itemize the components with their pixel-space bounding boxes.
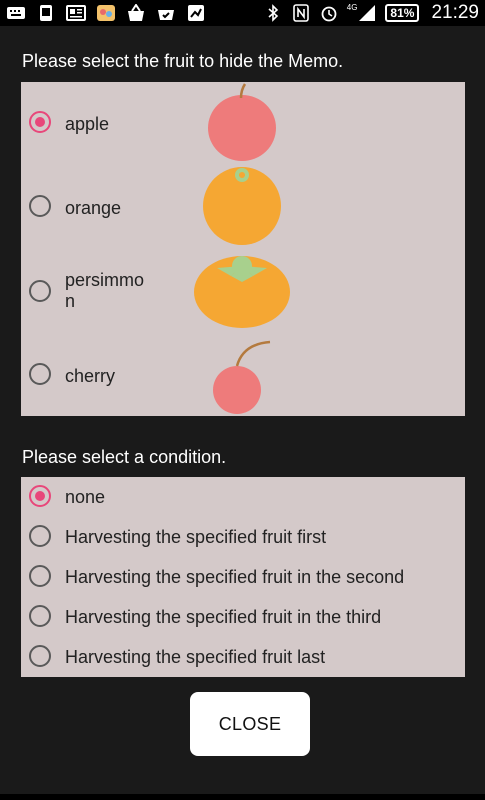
condition-section-heading: Please select a condition. [22,447,227,467]
fruit-radio-group: apple orange persimmo n cherry [21,82,465,416]
app-notification-icon [96,4,116,22]
bluetooth-icon [263,4,283,22]
radio-button-third[interactable] [29,605,51,627]
status-bar: 4G 81% 21:29 [0,0,485,26]
radio-button-last[interactable] [29,645,51,667]
radio-button-cherry[interactable] [29,363,51,385]
fruit-memo-dialog: Please select the fruit to hide the Memo… [0,26,485,794]
cherry-icon [213,340,271,414]
fruit-option-orange[interactable]: orange [21,166,465,246]
condition-option-label: Harvesting the specified fruit first [65,527,327,547]
fruit-option-label: persimmo n [65,270,145,311]
fruit-option-label: apple [65,114,110,134]
fruit-option-apple[interactable]: apple [21,82,465,162]
clock: 21:29 [431,2,479,23]
radio-button-first[interactable] [29,525,51,547]
fruit-option-cherry[interactable]: cherry [21,334,465,414]
signal-icon [357,4,377,22]
phone-app-icon [36,4,56,22]
condition-option-first[interactable]: Harvesting the specified fruit first [21,517,465,557]
orange-icon [203,167,281,245]
navigation-bar [0,794,485,800]
condition-option-none[interactable]: none [21,477,465,517]
apple-icon [208,83,276,161]
fruit-option-persimmon[interactable]: persimmo n [21,250,465,330]
fruit-section-heading: Please select the fruit to hide the Memo… [22,51,344,71]
radio-button-orange[interactable] [29,195,51,217]
condition-option-third[interactable]: Harvesting the specified fruit in the th… [21,597,465,637]
radio-button-persimmon[interactable] [29,280,51,302]
chart-icon [186,4,206,22]
condition-option-label: none [65,487,106,507]
keyboard-icon [6,4,26,22]
condition-option-label: Harvesting the specified fruit last [65,647,326,667]
fruit-option-label: orange [65,198,122,218]
news-icon [66,4,86,22]
condition-option-last[interactable]: Harvesting the specified fruit last [21,637,465,677]
network-type-label: 4G [346,2,358,12]
radio-button-apple[interactable] [29,111,51,133]
shopping-basket-icon [156,4,176,22]
condition-radio-group: none Harvesting the specified fruit firs… [21,477,465,677]
condition-option-second[interactable]: Harvesting the specified fruit in the se… [21,557,465,597]
persimmon-icon [194,256,290,328]
alarm-icon [319,4,339,22]
battery-indicator: 81% [385,4,420,22]
condition-option-label: Harvesting the specified fruit in the se… [65,567,405,587]
fruit-option-label: cherry [65,366,116,386]
shopping-bag-icon [126,4,146,22]
condition-option-label: Harvesting the specified fruit in the th… [65,607,382,627]
radio-button-second[interactable] [29,565,51,587]
nfc-icon [291,4,311,22]
close-button[interactable]: CLOSE [190,692,310,756]
radio-button-none[interactable] [29,485,51,507]
